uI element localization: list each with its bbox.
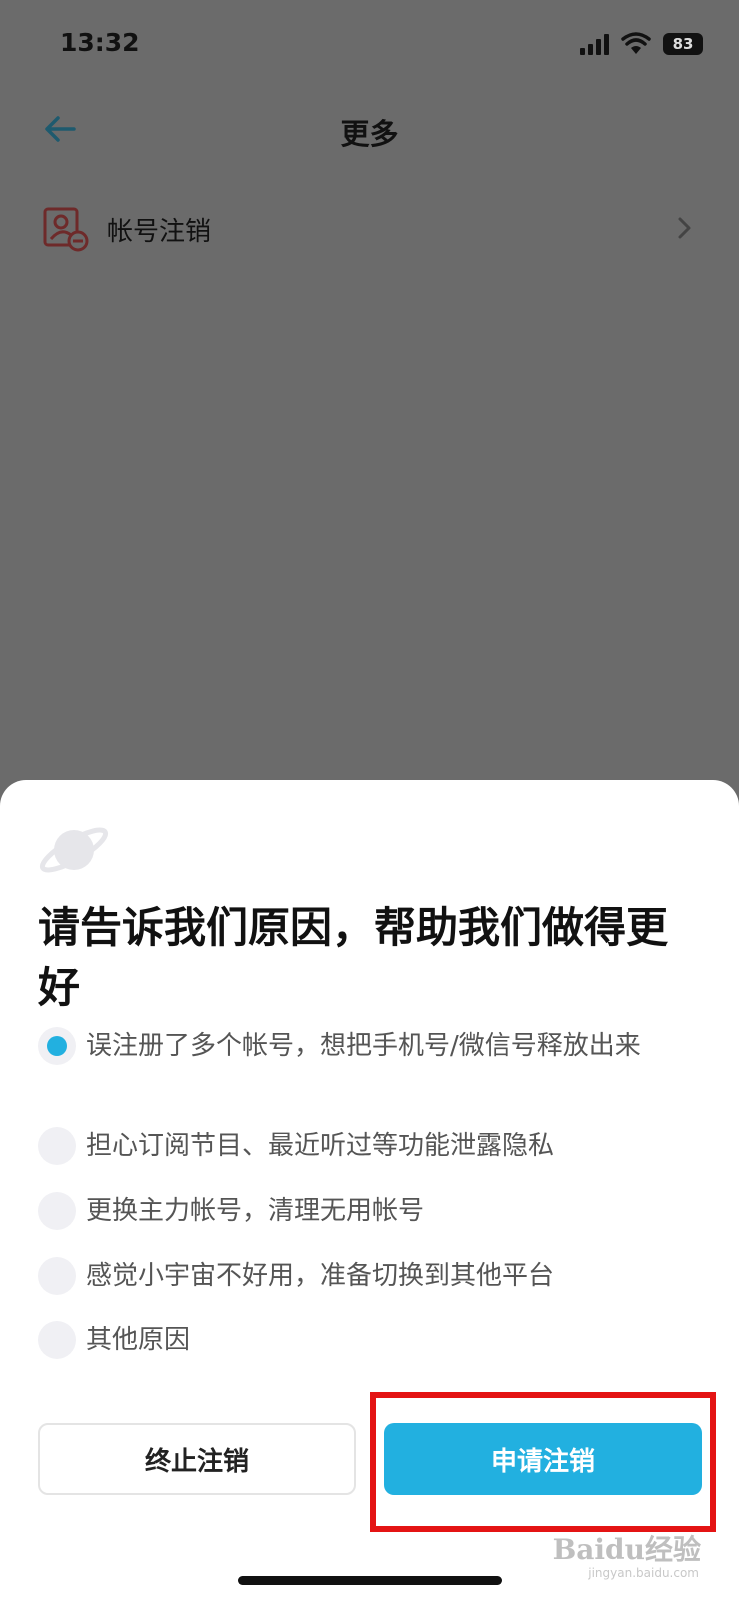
watermark-logo: Baidu经验 (552, 1533, 701, 1566)
reason-text: 更换主力帐号，清理无用帐号 (86, 1196, 425, 1226)
radio-button[interactable] (38, 1127, 76, 1165)
radio-button[interactable] (38, 1257, 76, 1295)
watermark-url: jingyan.baidu.com (588, 1566, 699, 1580)
annotation-highlight-box (370, 1392, 716, 1532)
radio-button[interactable] (38, 1192, 76, 1230)
reason-text: 其他原因 (86, 1325, 191, 1355)
cellular-signal-icon (580, 33, 609, 55)
planet-icon (39, 827, 109, 873)
account-cancel-icon (43, 207, 89, 252)
status-time: 13:32 (60, 28, 140, 57)
reason-text: 感觉小宇宙不好用，准备切换到其他平台 (86, 1261, 555, 1291)
chevron-right-icon (678, 217, 691, 239)
menu-item-account-cancel[interactable]: 帐号注销 (0, 195, 739, 265)
radio-button[interactable] (38, 1321, 76, 1359)
wifi-icon (621, 32, 651, 54)
nav-bar: 更多 (0, 95, 739, 165)
menu-item-label: 帐号注销 (107, 217, 212, 247)
page-title: 更多 (340, 117, 399, 151)
sheet-title: 请告诉我们原因，帮助我们做得更好 (38, 903, 669, 1012)
status-icons: 83 (580, 32, 703, 56)
reason-text: 误注册了多个帐号，想把手机号/微信号释放出来 (86, 1031, 641, 1061)
stop-cancellation-button[interactable]: 终止注销 (38, 1423, 356, 1495)
battery-icon: 83 (663, 33, 703, 55)
radio-button-checked[interactable] (38, 1027, 76, 1065)
reason-text: 担心订阅节目、最近听过等功能泄露隐私 (86, 1131, 555, 1161)
status-bar: 13:32 83 (0, 0, 739, 90)
home-indicator[interactable] (238, 1576, 502, 1585)
